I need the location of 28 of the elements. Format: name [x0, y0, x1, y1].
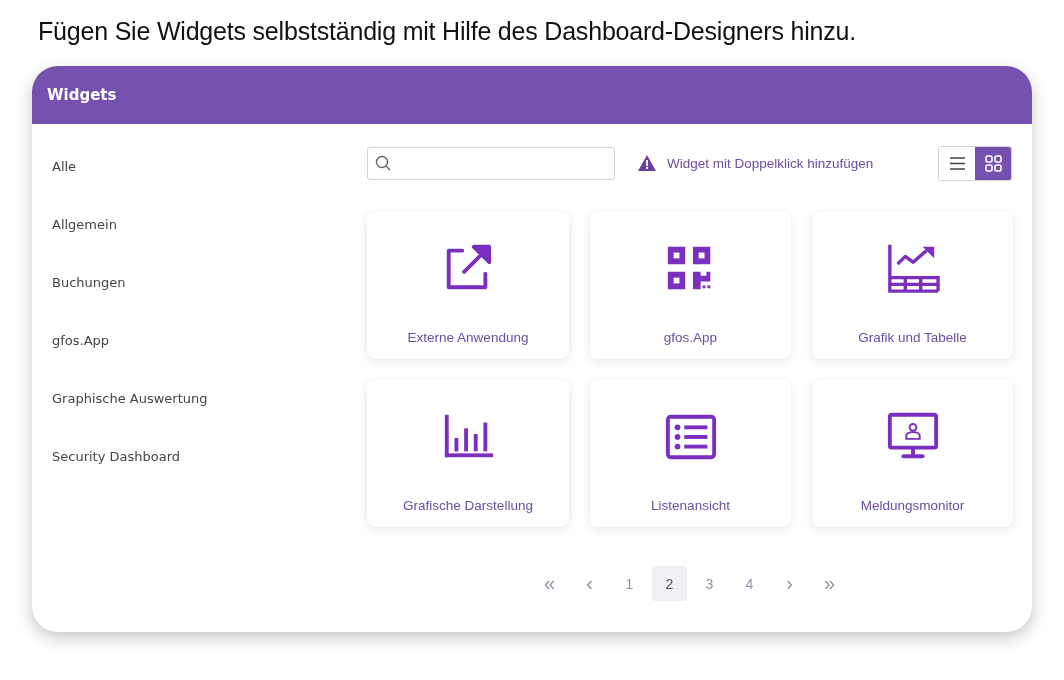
widget-label: gfos.App — [663, 330, 718, 345]
list-icon — [948, 154, 966, 172]
sidebar-item[interactable]: Buchungen — [52, 274, 126, 292]
widget-tile[interactable]: Meldungsmonitor — [812, 380, 1013, 527]
widget-tile[interactable]: Grafische Darstellung — [367, 380, 569, 527]
sidebar-item[interactable]: Allgemein — [52, 216, 117, 234]
sidebar-item[interactable]: Alle — [52, 158, 77, 176]
widget-tile[interactable]: gfos.App — [590, 212, 791, 359]
caption-text: Fügen Sie Widgets selbstständig mit Hilfe des Dashboard-Designers hinzu. — [38, 17, 857, 46]
grid-view-button[interactable] — [975, 146, 1011, 180]
sidebar-item[interactable]: gfos.App — [52, 332, 110, 350]
panel-title: Widgets — [32, 66, 1032, 124]
warning-icon — [637, 154, 657, 172]
widget-label: Listenansicht — [651, 498, 730, 513]
widget-tile[interactable]: Externe Anwendung — [367, 212, 569, 359]
widget-tile[interactable]: Grafik und Tabelle — [812, 212, 1013, 359]
widget-label: Grafische Darstellung — [403, 498, 533, 513]
widget-label: Grafik und Tabelle — [858, 330, 967, 345]
sidebar-item[interactable]: Graphische Auswertung — [52, 390, 208, 408]
sidebar-item[interactable]: Security Dashboard — [52, 448, 181, 466]
search-icon — [375, 155, 391, 171]
widget-tile[interactable]: Listenansicht — [590, 380, 791, 527]
search-field[interactable] — [367, 146, 615, 180]
page-button[interactable]: 2 — [652, 566, 687, 601]
widget-label: Meldungsmonitor — [860, 498, 965, 513]
hint-text: Widget mit Doppelklick hinzufügen — [667, 155, 874, 171]
grid-icon — [984, 154, 1002, 172]
widget-label: Externe Anwendung — [407, 330, 529, 345]
